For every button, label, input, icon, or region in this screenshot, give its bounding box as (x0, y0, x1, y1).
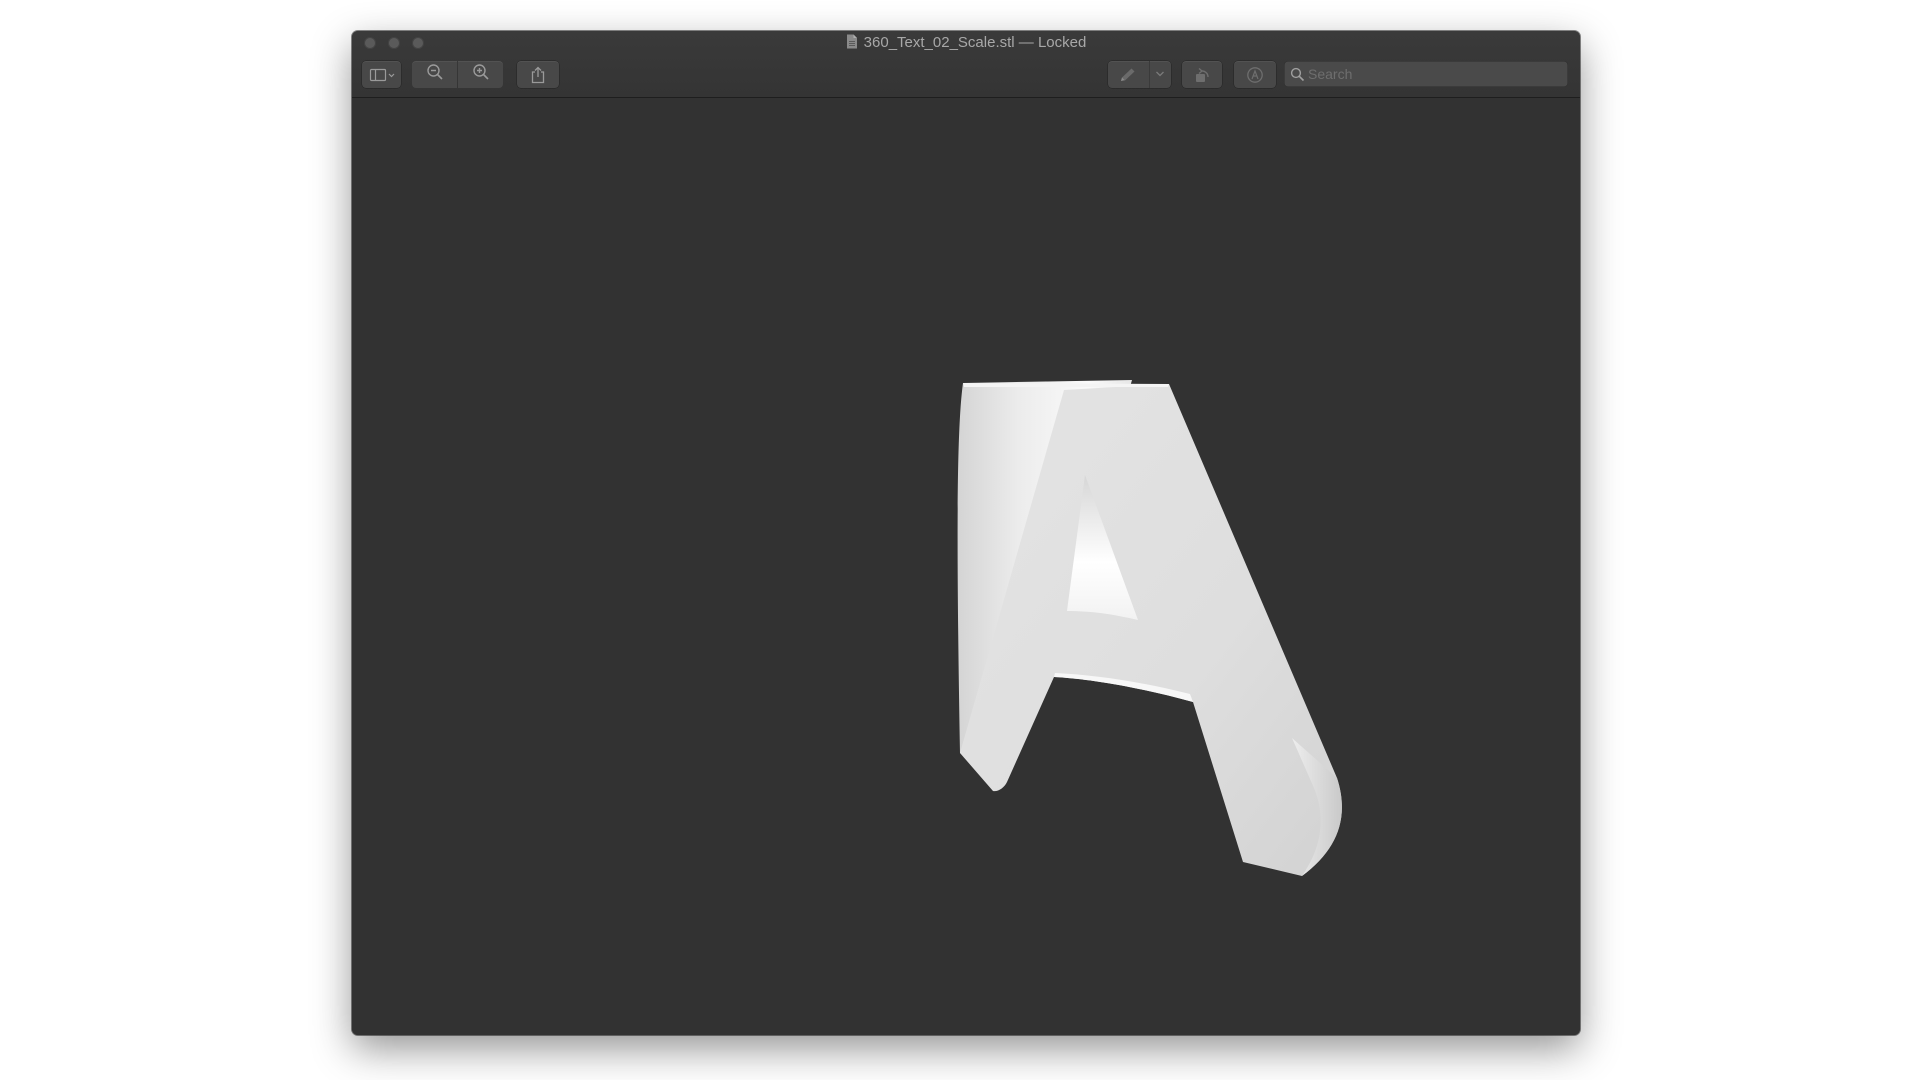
share-button[interactable] (517, 61, 559, 88)
search-icon (1290, 67, 1305, 87)
zoom-in-icon (472, 63, 490, 86)
markup-button[interactable] (1108, 61, 1171, 88)
zoom-button-group (412, 61, 503, 88)
rotate-icon (1192, 66, 1212, 84)
search-input[interactable] (1308, 61, 1558, 87)
zoom-out-icon (426, 63, 444, 86)
model-top-edge (963, 383, 1169, 387)
rotate-button[interactable] (1182, 61, 1222, 88)
sidebar-icon (368, 68, 396, 82)
letter-a-3d-model[interactable] (352, 98, 1580, 1035)
chevron-down-icon[interactable] (1154, 69, 1166, 79)
window-title: 360_Text_02_Scale.stl — Locked (352, 34, 1580, 54)
zoom-in-button[interactable] (458, 61, 503, 88)
window-title-text: 360_Text_02_Scale.stl — Locked (863, 34, 1087, 51)
document-icon (846, 34, 858, 54)
preview-window: 360_Text_02_Scale.stl — Locked (352, 31, 1580, 1035)
search-field[interactable] (1284, 61, 1568, 87)
sidebar-toggle-button[interactable] (362, 61, 401, 88)
annotate-button[interactable] (1234, 61, 1276, 88)
pen-icon (1118, 67, 1138, 83)
model-viewport[interactable] (352, 98, 1580, 1035)
markup-circle-icon (1246, 66, 1264, 84)
title-bar: 360_Text_02_Scale.stl — Locked (352, 31, 1580, 98)
share-icon (530, 66, 546, 84)
zoom-out-button[interactable] (412, 61, 457, 88)
